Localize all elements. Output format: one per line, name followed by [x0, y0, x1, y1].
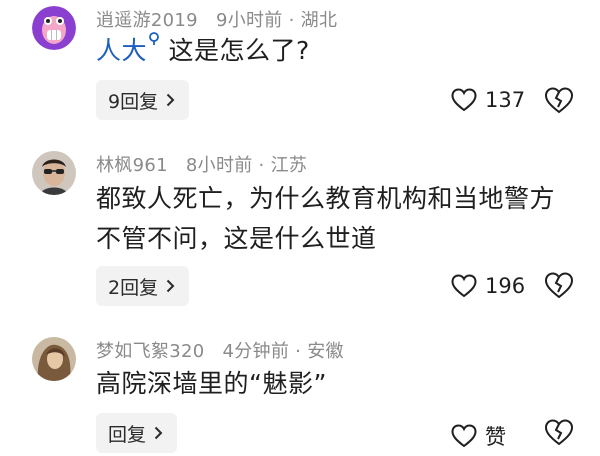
avatar[interactable] [32, 337, 76, 381]
avatar-cartoon-face-icon [32, 6, 76, 50]
like-button[interactable]: 赞 [451, 421, 506, 451]
username[interactable]: 逍遥游2019 [96, 10, 198, 31]
reply-label: 2回复 [108, 276, 159, 299]
timestamp: 8小时前 [185, 155, 253, 176]
like-button[interactable]: 196 [451, 274, 525, 298]
username[interactable]: 林枫961 [96, 155, 168, 176]
reply-button[interactable]: 回复 [96, 413, 178, 453]
like-button[interactable]: 137 [451, 88, 525, 112]
timestamp: 4分钟前 [222, 341, 290, 362]
username[interactable]: 梦如飞絮320 [96, 341, 204, 362]
location: 安徽 [307, 341, 344, 362]
reply-button[interactable]: 2回复 [96, 266, 190, 306]
chevron-right-icon [166, 279, 175, 293]
separator: · [295, 341, 302, 362]
avatar[interactable] [32, 151, 76, 195]
search-icon [149, 32, 159, 45]
comment-meta: 梦如飞絮320 4分钟前 · 安徽 [96, 337, 344, 363]
comment-line: 高院深墙里的“魅影” [96, 369, 327, 398]
comment-line: 不管不问，这是什么世道 [96, 224, 377, 253]
reply-label: 回复 [108, 423, 147, 446]
reply-label: 9回复 [108, 90, 159, 113]
avatar[interactable] [32, 6, 76, 50]
comment-line: 这是怎么了? [168, 36, 310, 65]
comment-meta: 逍遥游2019 9小时前 · 湖北 [96, 6, 337, 32]
broken-heart-icon[interactable] [544, 86, 574, 116]
heart-outline-icon [451, 88, 477, 112]
heart-outline-icon [451, 274, 477, 298]
separator: · [258, 155, 265, 176]
mention-link[interactable]: 人大 [96, 32, 160, 65]
broken-heart-icon[interactable] [544, 418, 574, 448]
location: 江苏 [270, 155, 308, 176]
reply-button[interactable]: 9回复 [96, 80, 190, 120]
comment-line: 都致人死亡，为什么教育机构和当地警方 [96, 184, 556, 213]
avatar-photo-icon [32, 151, 76, 195]
heart-outline-icon [451, 424, 477, 448]
comment-text: 都致人死亡，为什么教育机构和当地警方 不管不问，这是什么世道 [96, 179, 555, 259]
avatar-photo-icon [32, 337, 76, 381]
chevron-right-icon [166, 93, 175, 107]
like-count: 196 [485, 274, 526, 298]
comment-text: 高院深墙里的“魅影” [96, 364, 327, 404]
like-count: 137 [485, 88, 526, 112]
location: 湖北 [300, 10, 338, 31]
broken-heart-icon[interactable] [544, 271, 574, 301]
like-label: 赞 [485, 425, 506, 449]
separator: · [288, 10, 295, 31]
timestamp: 9小时前 [215, 10, 283, 31]
chevron-right-icon [154, 426, 163, 440]
comment-meta: 林枫961 8小时前 · 江苏 [96, 151, 307, 177]
comment-text: 人大 这是怎么了? [96, 31, 310, 71]
